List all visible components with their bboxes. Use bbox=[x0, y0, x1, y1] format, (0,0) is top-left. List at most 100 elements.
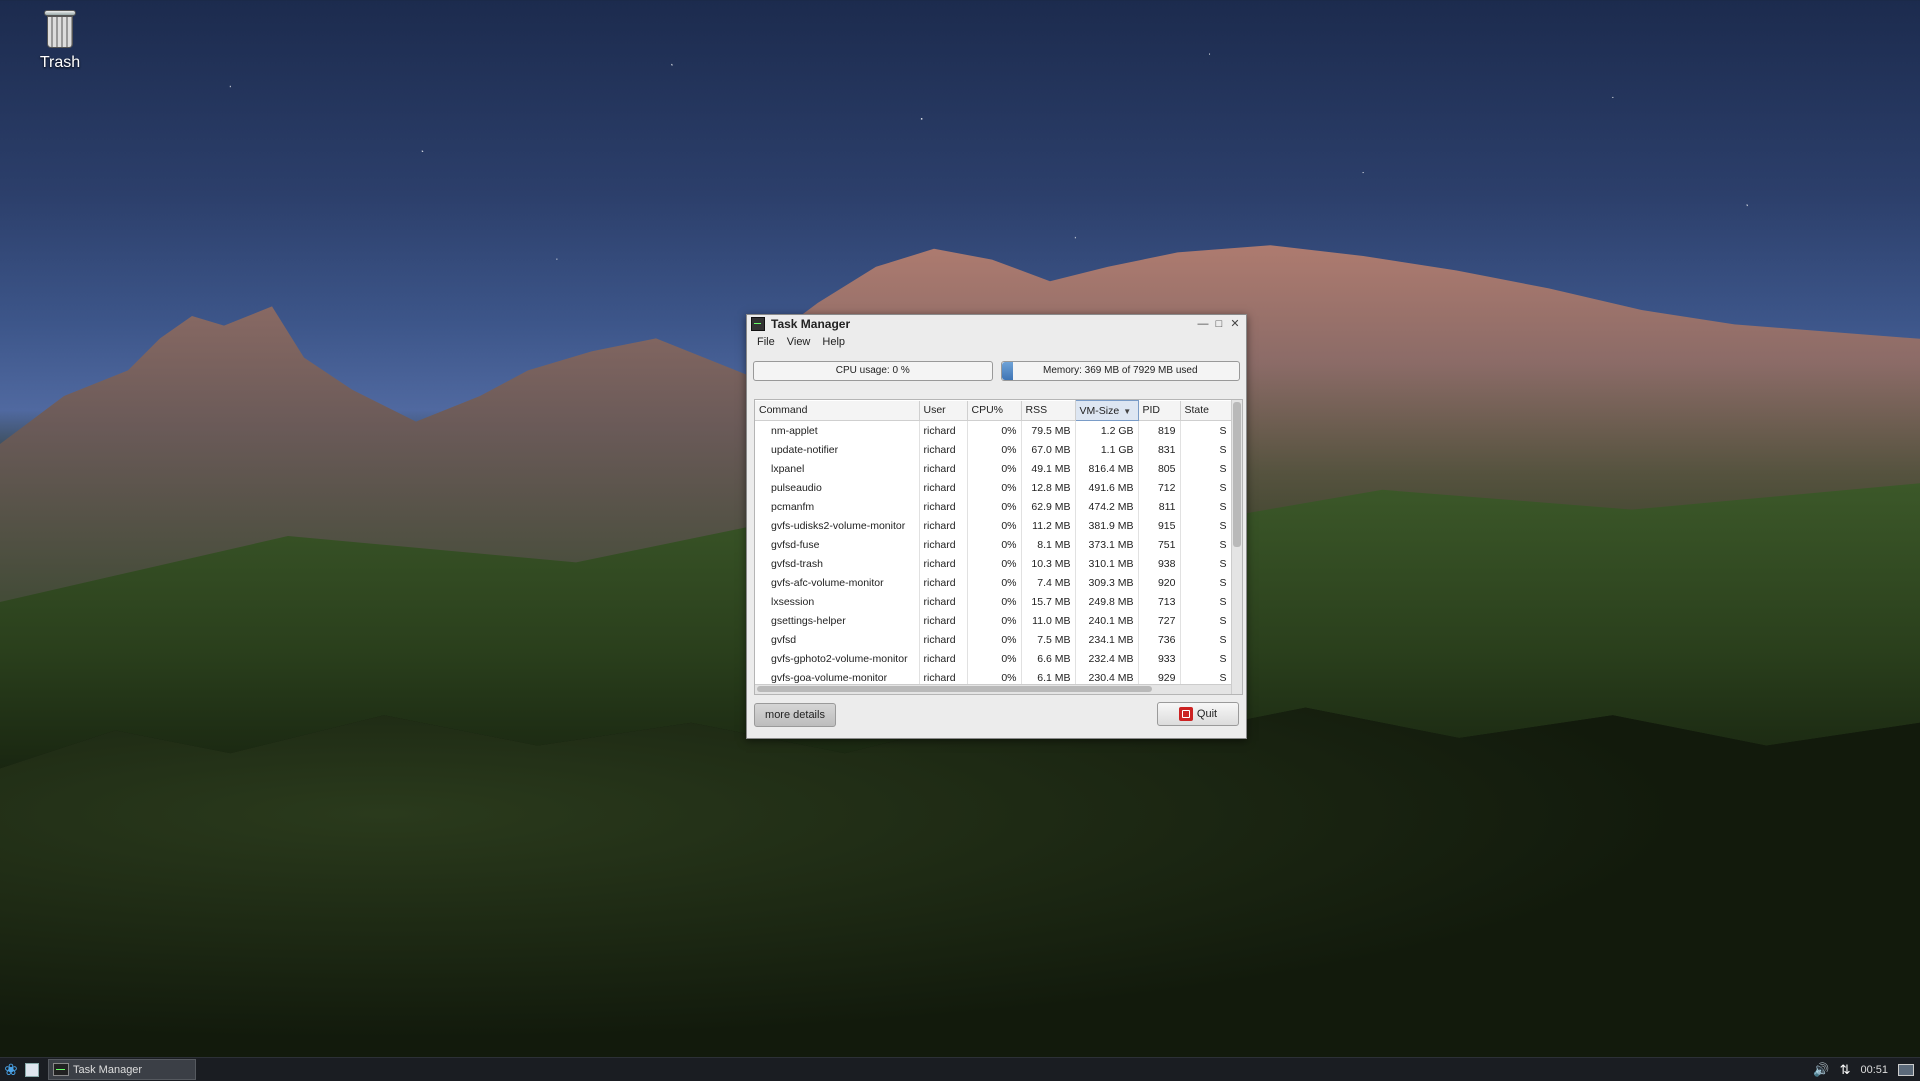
trash-icon bbox=[42, 8, 78, 48]
table-row[interactable]: update-notifier richard 0% 67.0 MB 1.1 GB 831… bbox=[755, 440, 1232, 459]
cell-pid: 933 bbox=[1138, 649, 1181, 668]
column-header-user[interactable]: User bbox=[919, 400, 968, 421]
cell-user: richard bbox=[919, 497, 968, 516]
cell-command: nm-applet bbox=[755, 420, 920, 440]
column-header-state[interactable]: State bbox=[1180, 400, 1232, 421]
cell-command: gvfs-udisks2-volume-monitor bbox=[755, 516, 920, 535]
cell-pid: 751 bbox=[1138, 535, 1181, 554]
cell-rss: 49.1 MB bbox=[1021, 459, 1076, 478]
network-icon[interactable]: ⇅ bbox=[1840, 1062, 1851, 1078]
cell-cpu: 0% bbox=[967, 497, 1022, 516]
cell-user: richard bbox=[919, 592, 968, 611]
file-manager-launcher[interactable] bbox=[22, 1061, 42, 1079]
table-row[interactable]: pulseaudio richard 0% 12.8 MB 491.6 MB 712 S bbox=[755, 478, 1232, 497]
column-header-cpu[interactable]: CPU% bbox=[967, 400, 1022, 421]
cell-pid: 713 bbox=[1138, 592, 1181, 611]
cell-rss: 67.0 MB bbox=[1021, 440, 1076, 459]
more-details-button[interactable]: more details bbox=[754, 703, 836, 727]
table-row[interactable]: lxsession richard 0% 15.7 MB 249.8 MB 713 S bbox=[755, 592, 1232, 611]
cell-command: gvfsd-fuse bbox=[755, 535, 920, 554]
cell-cpu: 0% bbox=[967, 516, 1022, 535]
cell-state: S bbox=[1180, 630, 1232, 649]
maximize-icon[interactable]: □ bbox=[1212, 317, 1226, 331]
task-manager-window: Task Manager — □ ✕ File View Help CPU us… bbox=[746, 314, 1247, 739]
cell-vm: 373.1 MB bbox=[1075, 535, 1139, 554]
cell-cpu: 0% bbox=[967, 554, 1022, 573]
cell-pid: 811 bbox=[1138, 497, 1181, 516]
cell-cpu: 0% bbox=[967, 459, 1022, 478]
task-manager-taskbar-icon bbox=[53, 1063, 69, 1076]
taskbar-task-task-manager[interactable]: Task Manager bbox=[48, 1059, 196, 1080]
cell-cpu: 0% bbox=[967, 573, 1022, 592]
cell-vm: 1.2 GB bbox=[1075, 420, 1139, 440]
desktop-icon-label: Trash bbox=[39, 54, 81, 71]
cell-rss: 15.7 MB bbox=[1021, 592, 1076, 611]
desktop-icon-trash[interactable]: Trash bbox=[30, 8, 90, 72]
cell-cpu: 0% bbox=[967, 420, 1022, 440]
cell-cpu: 0% bbox=[967, 592, 1022, 611]
cell-user: richard bbox=[919, 573, 968, 592]
usage-meters: CPU usage: 0 % Memory: 369 MB of 7929 MB… bbox=[747, 351, 1246, 387]
vertical-scrollbar-thumb[interactable] bbox=[1233, 402, 1241, 547]
memory-usage-fill bbox=[1001, 362, 1013, 380]
more-details-label: more details bbox=[765, 709, 825, 721]
window-title: Task Manager bbox=[771, 317, 851, 331]
cell-rss: 11.0 MB bbox=[1021, 611, 1076, 630]
cell-state: S bbox=[1180, 554, 1232, 573]
cell-cpu: 0% bbox=[967, 535, 1022, 554]
show-desktop-icon[interactable] bbox=[1898, 1063, 1914, 1076]
process-table: Command User CPU% RSS VM-Size ▼ PID State… bbox=[754, 399, 1243, 695]
table-row[interactable]: pcmanfm richard 0% 62.9 MB 474.2 MB 811 S bbox=[755, 497, 1232, 516]
system-tray: 🔊 ⇅ 00:51 bbox=[1813, 1062, 1920, 1078]
cell-rss: 7.5 MB bbox=[1021, 630, 1076, 649]
cell-pid: 727 bbox=[1138, 611, 1181, 630]
menubar: File View Help bbox=[747, 333, 1246, 351]
cell-command: gvfs-gphoto2-volume-monitor bbox=[755, 649, 920, 668]
taskbar: ❀ Task Manager 🔊 ⇅ 00:51 bbox=[0, 1057, 1920, 1081]
horizontal-scrollbar-thumb[interactable] bbox=[757, 686, 1152, 692]
table-row[interactable]: gvfsd richard 0% 7.5 MB 234.1 MB 736 S bbox=[755, 630, 1232, 649]
menu-file[interactable]: File bbox=[751, 336, 781, 348]
file-manager-icon bbox=[25, 1062, 39, 1077]
column-header-vmsize[interactable]: VM-Size ▼ bbox=[1074, 400, 1139, 421]
column-header-pid[interactable]: PID bbox=[1138, 400, 1181, 421]
table-row[interactable]: lxpanel richard 0% 49.1 MB 816.4 MB 805 S bbox=[755, 459, 1232, 478]
menu-help[interactable]: Help bbox=[816, 336, 851, 348]
cell-command: gvfs-afc-volume-monitor bbox=[755, 573, 920, 592]
cell-rss: 62.9 MB bbox=[1021, 497, 1076, 516]
memory-usage-text: Memory: 369 MB of 7929 MB used bbox=[1042, 365, 1198, 376]
quit-icon bbox=[1178, 707, 1193, 721]
table-row[interactable]: gvfs-gphoto2-volume-monitor richard 0% 6.6 … bbox=[755, 649, 1232, 668]
memory-usage-meter: Memory: 369 MB of 7929 MB used bbox=[1000, 361, 1240, 381]
window-titlebar[interactable]: Task Manager — □ ✕ bbox=[747, 315, 1246, 333]
cell-vm: 474.2 MB bbox=[1075, 497, 1139, 516]
table-row[interactable]: nm-applet richard 0% 79.5 MB 1.2 GB 819 S bbox=[755, 420, 1232, 440]
cell-command: gvfsd-trash bbox=[755, 554, 920, 573]
horizontal-scrollbar[interactable] bbox=[755, 684, 1231, 694]
column-header-rss[interactable]: RSS bbox=[1021, 400, 1076, 421]
cell-pid: 831 bbox=[1138, 440, 1181, 459]
table-row[interactable]: gvfs-udisks2-volume-monitor richard 0% 11.2… bbox=[755, 516, 1232, 535]
start-menu-icon[interactable]: ❀ bbox=[0, 1059, 22, 1081]
cell-pid: 805 bbox=[1138, 459, 1181, 478]
table-row[interactable]: gvfs-afc-volume-monitor richard 0% 7.4 MB 30… bbox=[755, 573, 1232, 592]
cell-state: S bbox=[1180, 440, 1232, 459]
table-row[interactable]: gsettings-helper richard 0% 11.0 MB 240.1 MB… bbox=[755, 611, 1232, 630]
cell-rss: 6.6 MB bbox=[1021, 649, 1076, 668]
vertical-scrollbar[interactable] bbox=[1231, 400, 1242, 694]
table-row[interactable]: gvfsd-fuse richard 0% 8.1 MB 373.1 MB 751 S bbox=[755, 535, 1232, 554]
quit-button[interactable]: Quit bbox=[1157, 702, 1239, 726]
minimize-icon[interactable]: — bbox=[1196, 317, 1210, 331]
cpu-usage-meter: CPU usage: 0 % bbox=[753, 361, 993, 381]
column-header-command[interactable]: Command bbox=[755, 400, 920, 421]
cell-state: S bbox=[1180, 592, 1232, 611]
cell-user: richard bbox=[919, 478, 968, 497]
close-icon[interactable]: ✕ bbox=[1228, 317, 1242, 331]
volume-icon[interactable]: 🔊 bbox=[1813, 1062, 1829, 1078]
menu-view[interactable]: View bbox=[781, 336, 817, 348]
table-header-row: Command User CPU% RSS VM-Size ▼ PID State bbox=[755, 400, 1232, 421]
table-row[interactable]: gvfsd-trash richard 0% 10.3 MB 310.1 MB 938 S bbox=[755, 554, 1232, 573]
cell-vm: 234.1 MB bbox=[1075, 630, 1139, 649]
cell-cpu: 0% bbox=[967, 478, 1022, 497]
clock[interactable]: 00:51 bbox=[1860, 1064, 1888, 1076]
